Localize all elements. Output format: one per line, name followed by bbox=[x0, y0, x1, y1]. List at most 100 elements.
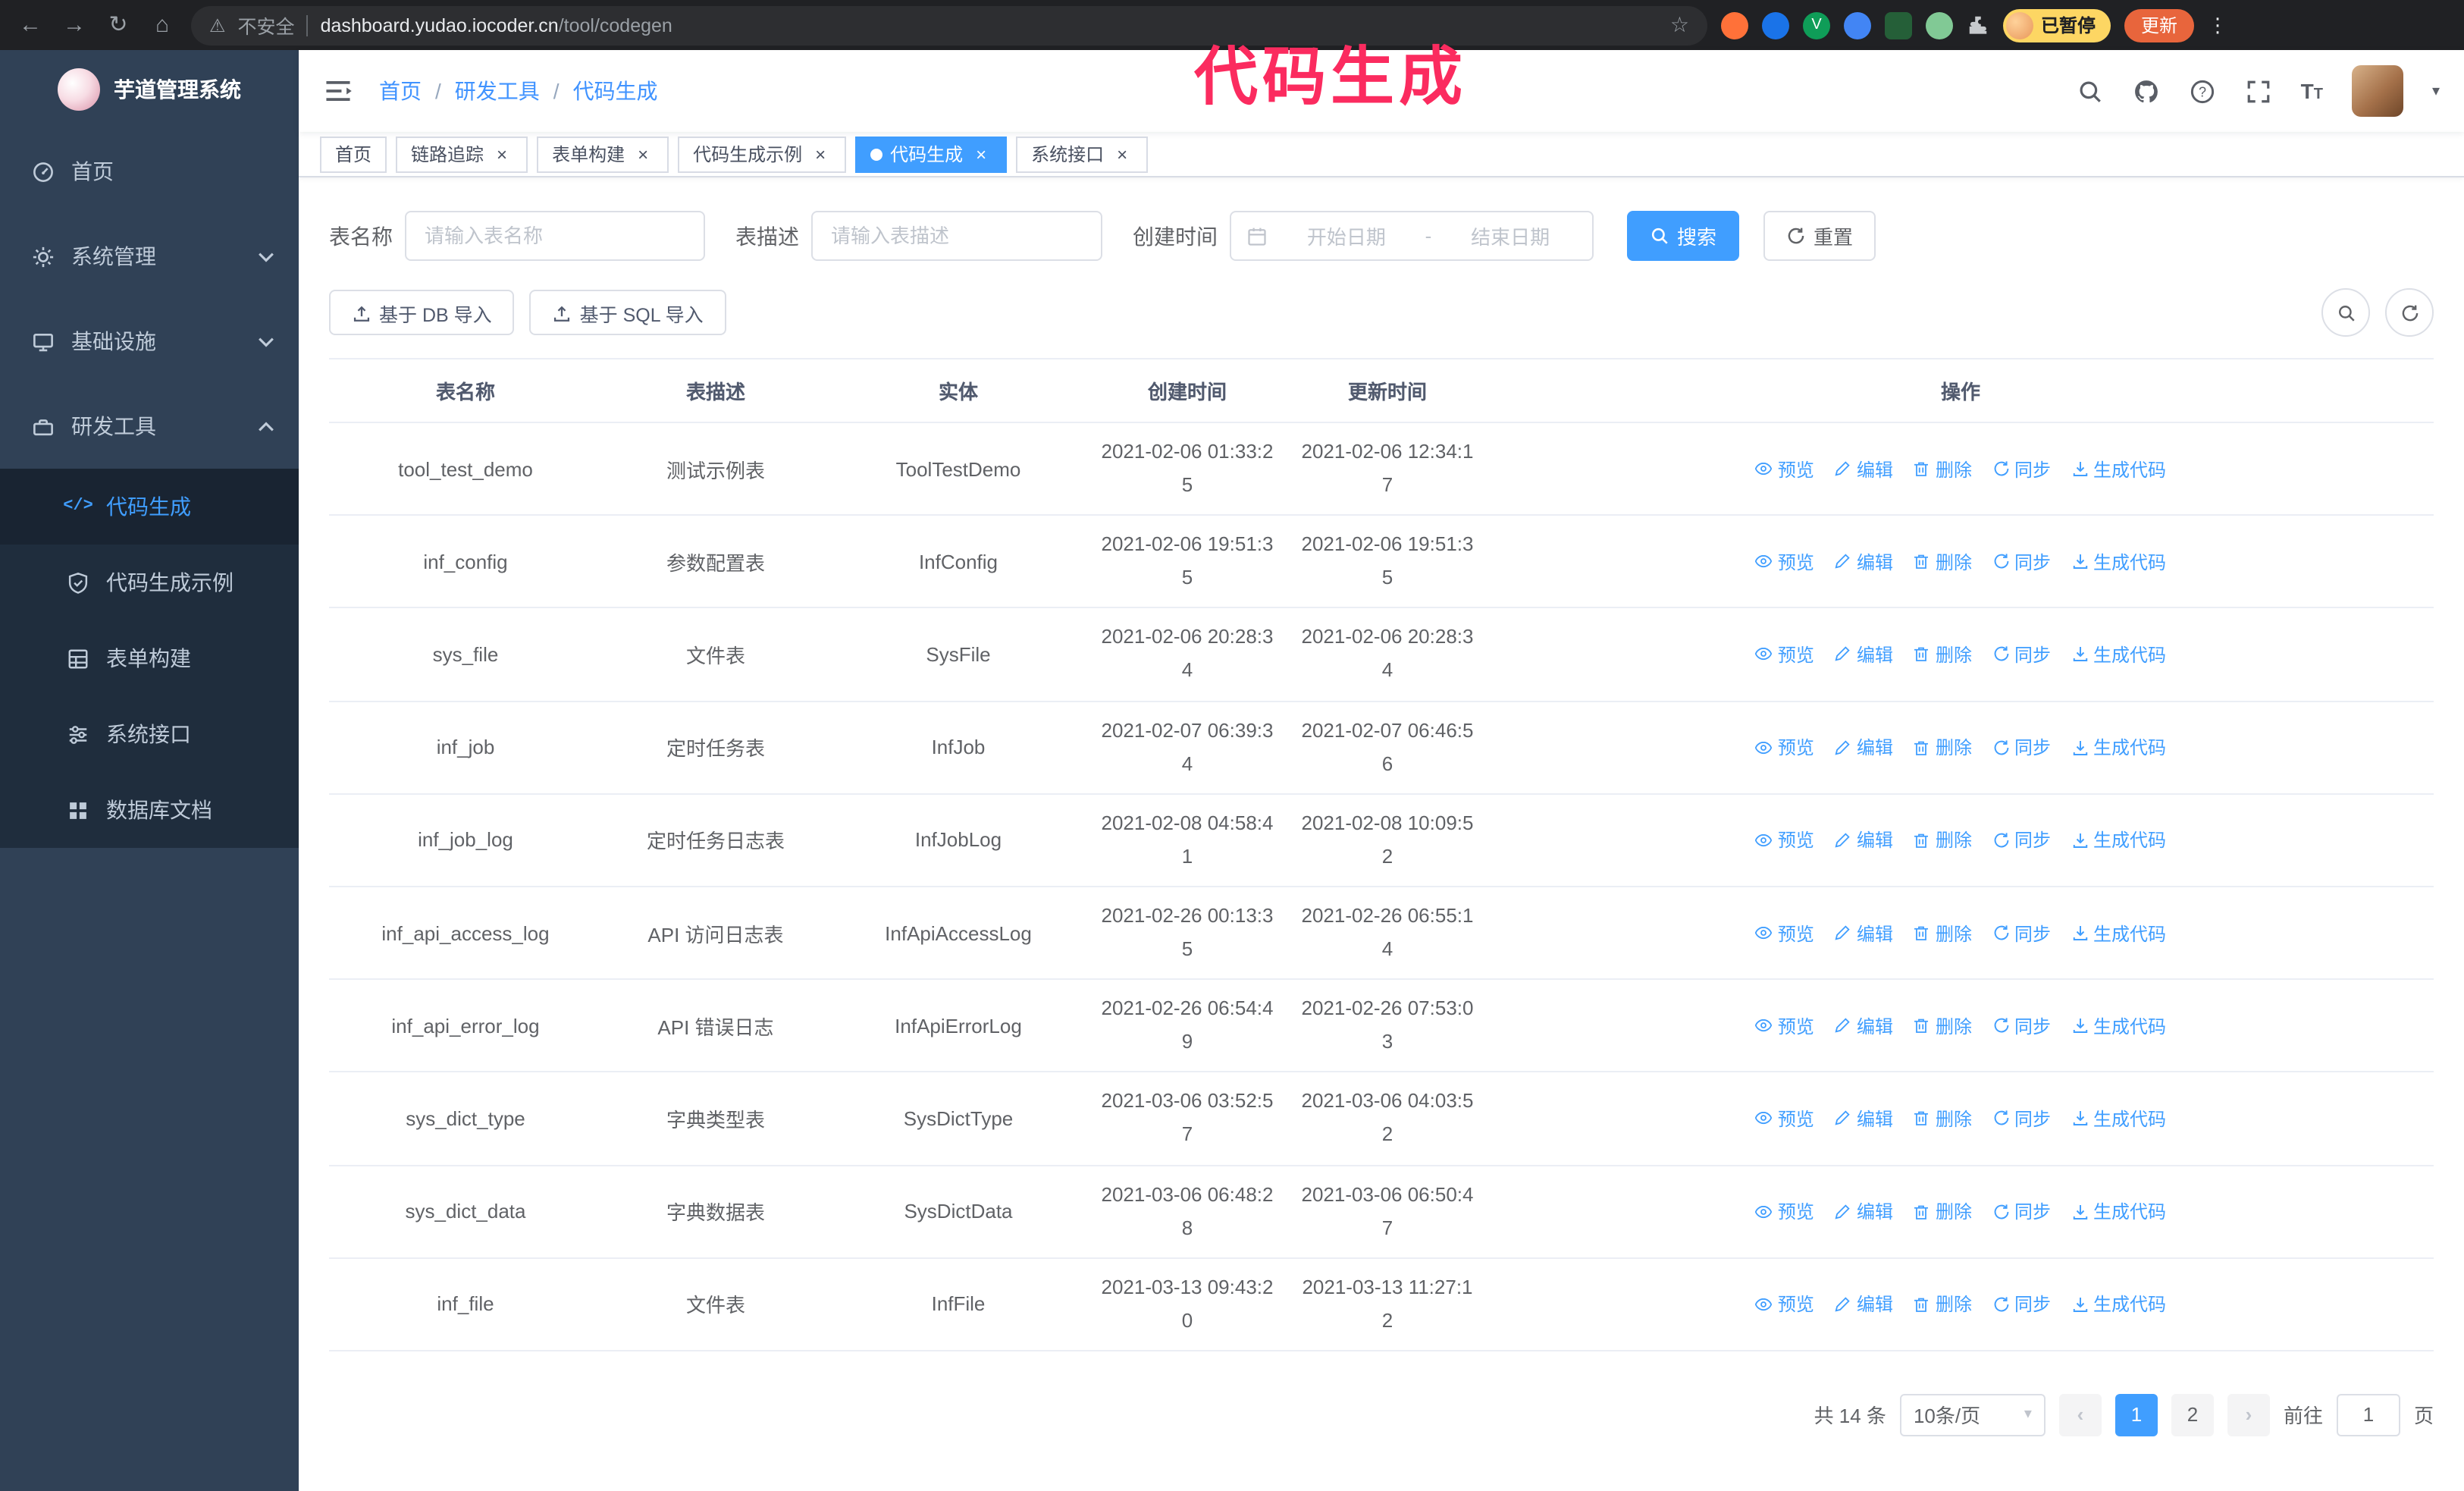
close-icon[interactable] bbox=[1111, 143, 1133, 165]
generate-code-link[interactable]: 生成代码 bbox=[2071, 642, 2166, 667]
browser-back-icon[interactable] bbox=[15, 0, 45, 50]
create-time-range-picker[interactable]: 开始日期 - 结束日期 bbox=[1230, 211, 1594, 261]
sync-link[interactable]: 同步 bbox=[1992, 1012, 2051, 1038]
close-icon[interactable] bbox=[491, 143, 513, 165]
sidebar-item-db-doc[interactable]: 数据库文档 bbox=[0, 772, 299, 848]
preview-link[interactable]: 预览 bbox=[1755, 456, 1814, 482]
edit-link[interactable]: 编辑 bbox=[1834, 1198, 1893, 1224]
delete-link[interactable]: 删除 bbox=[1913, 1198, 1972, 1224]
sidebar-item-infrastructure[interactable]: 基础设施 bbox=[0, 299, 299, 384]
table-name-input[interactable] bbox=[405, 211, 705, 261]
edit-link[interactable]: 编辑 bbox=[1834, 1012, 1893, 1038]
edit-link[interactable]: 编辑 bbox=[1834, 1292, 1893, 1317]
sidebar-item-api[interactable]: 系统接口 bbox=[0, 696, 299, 772]
preview-link[interactable]: 预览 bbox=[1755, 549, 1814, 575]
delete-link[interactable]: 删除 bbox=[1913, 642, 1972, 667]
user-menu-caret-icon[interactable] bbox=[2432, 83, 2440, 99]
sidebar-item-form-builder[interactable]: 表单构建 bbox=[0, 620, 299, 696]
sidebar-item-system[interactable]: 系统管理 bbox=[0, 214, 299, 299]
search-button[interactable]: 搜索 bbox=[1627, 211, 1740, 261]
sync-link[interactable]: 同步 bbox=[1992, 920, 2051, 946]
browser-home-icon[interactable] bbox=[147, 0, 177, 50]
generate-code-link[interactable]: 生成代码 bbox=[2071, 1292, 2166, 1317]
preview-link[interactable]: 预览 bbox=[1755, 827, 1814, 853]
table-desc-input[interactable] bbox=[811, 211, 1102, 261]
extension-icon-orange[interactable] bbox=[1721, 11, 1748, 39]
sync-link[interactable]: 同步 bbox=[1992, 549, 2051, 575]
extension-icon-blue[interactable] bbox=[1762, 11, 1789, 39]
delete-link[interactable]: 删除 bbox=[1913, 1012, 1972, 1038]
delete-link[interactable]: 删除 bbox=[1913, 1106, 1972, 1132]
close-icon[interactable] bbox=[970, 143, 992, 165]
breadcrumb-home[interactable]: 首页 bbox=[379, 76, 422, 106]
delete-link[interactable]: 删除 bbox=[1913, 456, 1972, 482]
tab-home[interactable]: 首页 bbox=[320, 136, 387, 172]
extension-icon-green-check[interactable]: V bbox=[1803, 11, 1830, 39]
fullscreen-icon[interactable] bbox=[2245, 77, 2272, 105]
preview-link[interactable]: 预览 bbox=[1755, 920, 1814, 946]
generate-code-link[interactable]: 生成代码 bbox=[2071, 1012, 2166, 1038]
profile-paused-badge[interactable]: 已暂停 bbox=[2003, 8, 2111, 42]
sidebar-item-codegen-example[interactable]: 代码生成示例 bbox=[0, 545, 299, 620]
edit-link[interactable]: 编辑 bbox=[1834, 549, 1893, 575]
sync-link[interactable]: 同步 bbox=[1992, 456, 2051, 482]
tab-form-builder[interactable]: 表单构建 bbox=[537, 136, 669, 172]
github-icon[interactable] bbox=[2133, 77, 2160, 105]
sidebar-item-codegen[interactable]: 代码生成 bbox=[0, 469, 299, 545]
browser-forward-icon[interactable] bbox=[59, 0, 89, 50]
generate-code-link[interactable]: 生成代码 bbox=[2071, 456, 2166, 482]
tab-api[interactable]: 系统接口 bbox=[1016, 136, 1149, 172]
hamburger-icon[interactable] bbox=[323, 76, 353, 106]
preview-link[interactable]: 预览 bbox=[1755, 1106, 1814, 1132]
sidebar-item-home[interactable]: 首页 bbox=[0, 129, 299, 214]
tab-trace[interactable]: 链路追踪 bbox=[396, 136, 528, 172]
edit-link[interactable]: 编辑 bbox=[1834, 827, 1893, 853]
page-button-1[interactable]: 1 bbox=[2114, 1393, 2158, 1436]
close-icon[interactable] bbox=[810, 143, 831, 165]
generate-code-link[interactable]: 生成代码 bbox=[2071, 1198, 2166, 1224]
delete-link[interactable]: 删除 bbox=[1913, 549, 1972, 575]
toggle-search-button[interactable] bbox=[2321, 288, 2370, 337]
browser-update-button[interactable]: 更新 bbox=[2124, 8, 2195, 42]
generate-code-link[interactable]: 生成代码 bbox=[2071, 549, 2166, 575]
delete-link[interactable]: 删除 bbox=[1913, 734, 1972, 760]
sync-link[interactable]: 同步 bbox=[1992, 1292, 2051, 1317]
extension-icon-leaf[interactable] bbox=[1926, 11, 1953, 39]
tab-codegen[interactable]: 代码生成 bbox=[855, 136, 1008, 172]
search-icon[interactable] bbox=[2077, 77, 2104, 105]
close-icon[interactable] bbox=[632, 143, 654, 165]
breadcrumb-devtools[interactable]: 研发工具 bbox=[455, 76, 540, 106]
font-size-icon[interactable]: TT bbox=[2301, 80, 2323, 102]
sync-link[interactable]: 同步 bbox=[1992, 827, 2051, 853]
address-bar[interactable]: 不安全 dashboard.yudao.iocoder.cn/tool/code… bbox=[191, 5, 1707, 45]
delete-link[interactable]: 删除 bbox=[1913, 920, 1972, 946]
app-logo[interactable]: 芋道管理系统 bbox=[0, 50, 299, 129]
refresh-button[interactable] bbox=[2385, 288, 2434, 337]
edit-link[interactable]: 编辑 bbox=[1834, 456, 1893, 482]
sync-link[interactable]: 同步 bbox=[1992, 734, 2051, 760]
reset-button[interactable]: 重置 bbox=[1763, 211, 1876, 261]
sync-link[interactable]: 同步 bbox=[1992, 642, 2051, 667]
browser-reload-icon[interactable] bbox=[103, 0, 133, 50]
generate-code-link[interactable]: 生成代码 bbox=[2071, 734, 2166, 760]
preview-link[interactable]: 预览 bbox=[1755, 1012, 1814, 1038]
page-size-select[interactable]: 10条/页 bbox=[1899, 1393, 2045, 1436]
generate-code-link[interactable]: 生成代码 bbox=[2071, 920, 2166, 946]
sidebar-item-devtools[interactable]: 研发工具 bbox=[0, 384, 299, 469]
sync-link[interactable]: 同步 bbox=[1992, 1106, 2051, 1132]
sync-link[interactable]: 同步 bbox=[1992, 1198, 2051, 1224]
user-avatar[interactable] bbox=[2351, 65, 2403, 117]
edit-link[interactable]: 编辑 bbox=[1834, 920, 1893, 946]
generate-code-link[interactable]: 生成代码 bbox=[2071, 827, 2166, 853]
next-page-button[interactable]: › bbox=[2227, 1393, 2270, 1436]
extension-icon-dark[interactable] bbox=[1885, 11, 1912, 39]
delete-link[interactable]: 删除 bbox=[1913, 827, 1972, 853]
generate-code-link[interactable]: 生成代码 bbox=[2071, 1106, 2166, 1132]
help-icon[interactable]: ? bbox=[2189, 77, 2216, 105]
preview-link[interactable]: 预览 bbox=[1755, 1198, 1814, 1224]
page-button-2[interactable]: 2 bbox=[2171, 1393, 2214, 1436]
edit-link[interactable]: 编辑 bbox=[1834, 1106, 1893, 1132]
edit-link[interactable]: 编辑 bbox=[1834, 642, 1893, 667]
delete-link[interactable]: 删除 bbox=[1913, 1292, 1972, 1317]
tab-codegen-example[interactable]: 代码生成示例 bbox=[678, 136, 847, 172]
